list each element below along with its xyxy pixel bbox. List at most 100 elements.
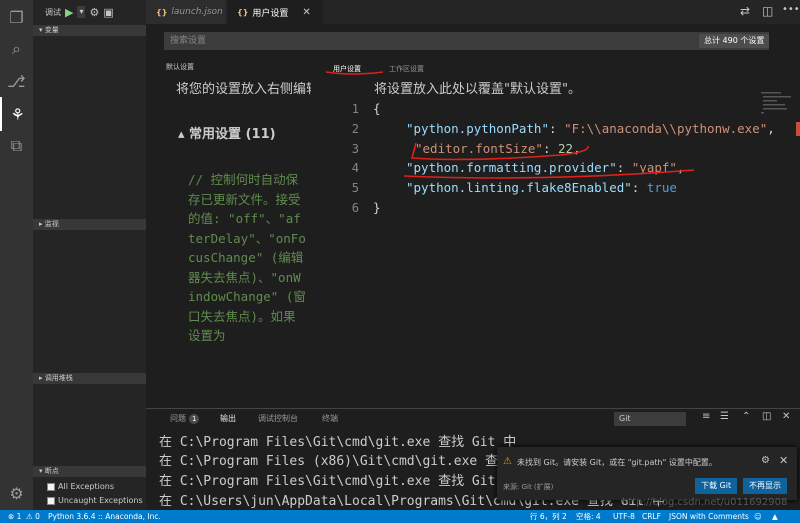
python-interpreter[interactable]: Python 3.6.4 :: Anaconda, Inc. [48,510,161,523]
language-mode[interactable]: JSON with Comments [669,510,749,523]
git-not-found-notification: ⚠ 未找到 Git。请安装 Git，或在 "git.path" 设置中配置。 ⚙… [497,447,797,500]
code-line-close-brace[interactable]: } [373,200,381,215]
code-line-formatting-provider[interactable]: "python.formatting.provider": "yapf", [406,160,684,175]
json-file-icon: {} [237,7,249,17]
close-panel-icon[interactable]: ✕ [782,411,790,422]
user-settings-pane: 用户设置 工作区设置 将设置放入此处以覆盖"默认设置"。 1 2 3 4 5 6… [311,58,800,408]
activity-bar: ❐ ⌕ ⎇ ⚘ ⧉ ⚙ [0,0,33,510]
json-sep: : [542,141,558,156]
breakpoint-label: All Exceptions [58,482,114,491]
json-key: "python.linting.flake8Enabled" [406,180,632,195]
json-comma: , [676,160,685,175]
errors-count[interactable]: ⊗ 1 [8,510,21,523]
debug-console-icon[interactable]: ▣ [103,6,113,19]
source-control-icon[interactable]: ⎇ [0,64,33,98]
debug-icon[interactable]: ⚘ [0,97,33,131]
json-key: "python.formatting.provider" [406,160,617,175]
notification-settings-gear-icon[interactable]: ⚙ [761,455,770,466]
status-bar: ⊗ 1 ⚠ 0 Python 3.6.4 :: Anaconda, Inc. 行… [0,510,800,523]
setting-comment: // 控制何时自动保存已更新文件。接受的值: "off"、"afterDelay… [188,172,306,343]
json-key: "python.pythonPath" [406,121,549,136]
line-number: 5 [351,181,359,195]
tab-terminal[interactable]: 终端 [322,413,338,424]
tab-problems[interactable]: 问题 1 [170,413,200,424]
maximize-panel-icon[interactable]: ⌃ [742,411,750,422]
line-ending[interactable]: CRLF [642,510,661,523]
editor-tab-bar: {} launch.json {} 用户设置 ✕ ⇄ ◫ ••• [146,0,800,24]
line-number: 4 [351,161,359,175]
default-settings-label: 默认设置 [166,63,194,71]
json-value: "F:\\anaconda\\pythonw.exe" [564,121,768,136]
callstack-section-header[interactable]: ▸ 调用堆栈 [33,373,146,384]
close-icon[interactable]: ✕ [302,7,310,18]
json-sep: : [616,160,632,175]
line-number: 2 [351,122,359,136]
breakpoint-label: Uncaught Exceptions [58,496,143,505]
watch-section-header[interactable]: ▸ 监视 [33,219,146,230]
code-line-flake8[interactable]: "python.linting.flake8Enabled": true [406,180,677,195]
checkbox[interactable] [47,496,55,505]
default-settings-pane: 默认设置 将您的设置放入右侧编辑器以覆盖。 ▴ 常用设置 (11) // 控制何… [146,58,311,408]
extensions-icon[interactable]: ⧉ [0,129,33,163]
line-number: 3 [351,142,359,156]
code-line-python-path[interactable]: "python.pythonPath": "F:\\anaconda\\pyth… [406,121,775,136]
settings-count-badge: 总计 490 个设置 [699,34,770,48]
line-number: 1 [351,102,359,116]
tab-label: 问题 [170,414,186,423]
settings-search-bar: 总计 490 个设置 [146,24,800,58]
cursor-position[interactable]: 行 6，列 2 [530,510,567,523]
split-editor-icon[interactable]: ◫ [762,4,773,18]
output-line: 在 C:\Program Files\Git\cmd\git.exe 查找 Gi… [159,474,517,489]
search-input[interactable] [164,32,769,50]
tab-label: 调试控制台 [258,414,298,423]
line-number: 6 [351,201,359,215]
output-channel-select[interactable]: Git [614,412,686,426]
tab-user-settings-sub[interactable]: 用户设置 [333,64,361,74]
settings-gear-icon[interactable]: ⚙ [0,476,33,510]
warning-icon: ⚠ [503,456,512,467]
notification-source: 来源: Git (扩展) [503,483,554,491]
feedback-smiley-icon[interactable]: ☺ [754,510,762,523]
scrollbar-error-marker[interactable] [796,122,800,136]
breakpoint-all-exceptions[interactable]: All Exceptions [47,480,114,493]
tab-debug-console[interactable]: 调试控制台 [258,413,298,424]
file-encoding[interactable]: UTF-8 [613,510,635,523]
code-line-open-brace[interactable]: { [373,101,381,116]
start-debugging-icon[interactable]: ▶ [65,6,73,19]
breakpoints-section-header[interactable]: ▾ 断点 [33,466,146,477]
json-value: "yapf" [631,160,677,175]
files-icon[interactable]: ❐ [0,0,33,34]
json-value: true [646,180,677,195]
dont-show-again-button[interactable]: 不再显示 [743,478,787,494]
breakpoint-uncaught-exceptions[interactable]: Uncaught Exceptions [47,494,143,507]
tab-launch-json[interactable]: {} launch.json [146,0,226,24]
json-key: "editor.fontSize" [415,141,543,156]
minimap[interactable] [759,88,795,128]
clear-output-icon[interactable]: ≡ [702,411,710,422]
json-comma: , [573,141,581,156]
download-git-button[interactable]: 下载 Git [695,478,738,494]
lock-scroll-icon[interactable]: ☰ [720,411,729,422]
warnings-count[interactable]: ⚠ 0 [26,510,40,523]
close-icon[interactable]: ✕ [779,454,788,467]
debug-settings-gear-icon[interactable]: ⚙ [89,6,99,19]
code-line-font-size[interactable]: "editor.fontSize": 22, [415,141,581,156]
tab-label: 用户设置 [252,8,289,19]
common-settings-title[interactable]: ▴ 常用设置 (11) [178,123,276,142]
more-actions-icon[interactable]: ••• [782,4,800,15]
debug-config-select[interactable]: ▾ [77,6,86,18]
toggle-panel-icon[interactable]: ◫ [762,411,771,422]
notifications-bell-icon[interactable]: ▲ [772,510,778,523]
indentation[interactable]: 空格: 4 [576,510,601,523]
search-icon[interactable]: ⌕ [0,32,33,66]
json-value: 22 [558,141,574,156]
variables-section-header[interactable]: ▾ 变量 [33,25,146,36]
checkbox[interactable] [47,482,55,491]
open-changes-icon[interactable]: ⇄ [740,4,750,18]
default-settings-hint: 将您的设置放入右侧编辑器以覆盖。 [176,82,311,97]
tab-workspace-settings[interactable]: 工作区设置 [389,64,424,74]
debug-toolbar: 调试 ▶ ▾ ⚙ ▣ [33,0,146,24]
tab-output[interactable]: 输出 [220,413,236,424]
tab-user-settings[interactable]: {} 用户设置 ✕ [227,0,323,24]
debug-sidebar: 调试 ▶ ▾ ⚙ ▣ ▾ 变量 ▸ 监视 ▸ 调用堆栈 ▾ 断点 All Exc… [33,0,146,510]
